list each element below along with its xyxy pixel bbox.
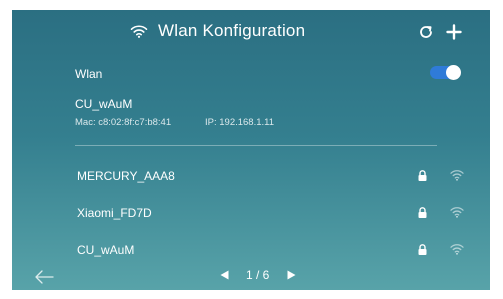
plus-icon	[446, 24, 462, 40]
back-button[interactable]	[34, 270, 54, 289]
prev-page-button[interactable]	[216, 267, 232, 283]
add-network-button[interactable]	[442, 20, 466, 44]
arrow-left-icon	[35, 270, 54, 284]
next-page-button[interactable]	[283, 267, 299, 283]
ip-address: IP: 192.168.1.11	[205, 117, 275, 128]
network-row[interactable]: Xiaomi_FD7D	[12, 198, 490, 228]
connected-ssid: CU_wAuM	[75, 97, 133, 111]
refresh-icon	[420, 26, 432, 38]
lock-icon	[418, 244, 427, 255]
mac-address: Mac: c8:02:8f:c7:b8:41	[75, 117, 172, 128]
wifi-signal-icon	[450, 207, 464, 218]
network-row[interactable]: MERCURY_AAA8	[12, 161, 490, 191]
pagination: 1 / 6	[216, 267, 299, 283]
divider	[75, 145, 437, 146]
lock-icon	[418, 207, 427, 218]
network-ssid: CU_wAuM	[77, 243, 135, 257]
wlan-label: Wlan	[75, 67, 103, 81]
wlan-toggle[interactable]	[430, 65, 461, 80]
header-bar: Wlan Konfiguration	[12, 10, 490, 54]
wifi-icon	[130, 25, 148, 38]
toggle-knob	[446, 65, 461, 80]
page-indicator: 1 / 6	[246, 268, 270, 282]
network-row[interactable]: CU_wAuM	[12, 235, 490, 265]
lock-icon	[418, 170, 427, 181]
wifi-signal-icon	[450, 244, 464, 255]
title-group: Wlan Konfiguration	[130, 21, 305, 41]
page-title: Wlan Konfiguration	[158, 21, 306, 40]
wifi-signal-icon	[450, 170, 464, 181]
triangle-right-icon	[287, 270, 296, 280]
refresh-button[interactable]	[414, 20, 438, 44]
triangle-left-icon	[220, 270, 228, 280]
wlan-config-screen: Wlan Konfiguration Wlan CU_wAuM Mac: c8:…	[12, 10, 490, 290]
network-ssid: MERCURY_AAA8	[77, 169, 175, 183]
network-ssid: Xiaomi_FD7D	[77, 206, 152, 220]
